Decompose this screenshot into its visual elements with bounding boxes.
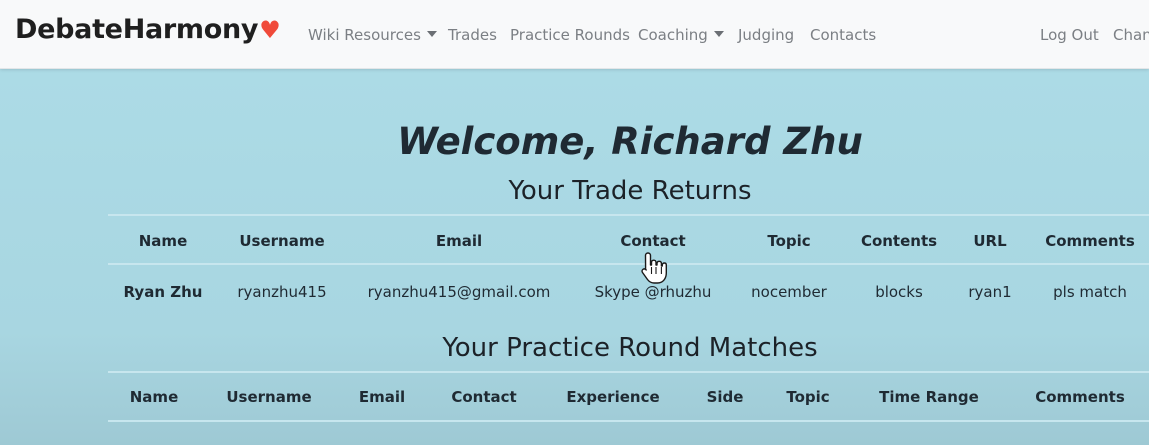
column-header-email: Email [435,232,483,250]
nav-practice-rounds[interactable]: Practice Rounds [510,26,630,44]
hand-pointer-cursor-icon [641,252,667,284]
table-cell-email: ryanzhu415@gmail.com [367,283,551,301]
column-header-comments: Comments [1045,232,1135,250]
practice-table-header-border [108,420,1149,422]
nav-coaching-label: Coaching [638,26,708,44]
column-header-email: Email [358,388,406,406]
trade-table-top-border [108,214,1149,216]
nav-trades[interactable]: Trades [448,26,497,44]
column-header-contact: Contact [620,232,686,250]
top-navbar: DebateHarmony♥ Wiki Resources Trades Pra… [0,0,1149,69]
column-header-comments: Comments [1035,388,1125,406]
brand-name: DebateHarmony [15,14,259,45]
practice-table-top-border [108,371,1149,373]
column-header-topic: Topic [767,232,811,250]
column-header-name: Name [129,388,179,406]
table-cell-contents: blocks [875,283,923,301]
brand-logo[interactable]: DebateHarmony♥ [15,14,281,45]
column-header-url: URL [973,232,1007,250]
column-header-contact: Contact [451,388,517,406]
column-header-experience: Experience [566,388,660,406]
table-cell-comments: pls match [1053,283,1127,301]
nav-wiki-resources-label: Wiki Resources [308,26,421,44]
table-cell-url[interactable]: ryan1 [968,283,1011,301]
column-header-name: Name [138,232,188,250]
nav-log-out[interactable]: Log Out [1040,26,1099,44]
practice-matches-title: Your Practice Round Matches [442,333,818,363]
column-header-side: Side [706,388,744,406]
column-header-contents: Contents [860,232,938,250]
nav-judging[interactable]: Judging [738,26,794,44]
column-header-time-range: Time Range [879,388,979,406]
chevron-down-icon [426,30,437,37]
nav-change-password[interactable]: Chan [1113,26,1149,44]
column-header-username: Username [239,232,325,250]
nav-wiki-resources[interactable]: Wiki Resources [308,26,437,44]
chevron-down-icon [713,30,724,37]
table-cell-username: ryanzhu415 [237,283,327,301]
nav-contacts[interactable]: Contacts [810,26,876,44]
trade-returns-title: Your Trade Returns [508,176,752,206]
heart-icon: ♥ [259,16,281,44]
trade-table-header-border [108,263,1149,265]
table-cell-contact: Skype @rhuzhu [594,283,712,301]
nav-coaching[interactable]: Coaching [638,26,724,44]
column-header-topic: Topic [786,388,830,406]
table-cell-name: Ryan Zhu [123,283,203,301]
welcome-heading: Welcome, Richard Zhu [397,120,863,163]
column-header-username: Username [226,388,312,406]
table-cell-topic: nocember [751,283,827,301]
